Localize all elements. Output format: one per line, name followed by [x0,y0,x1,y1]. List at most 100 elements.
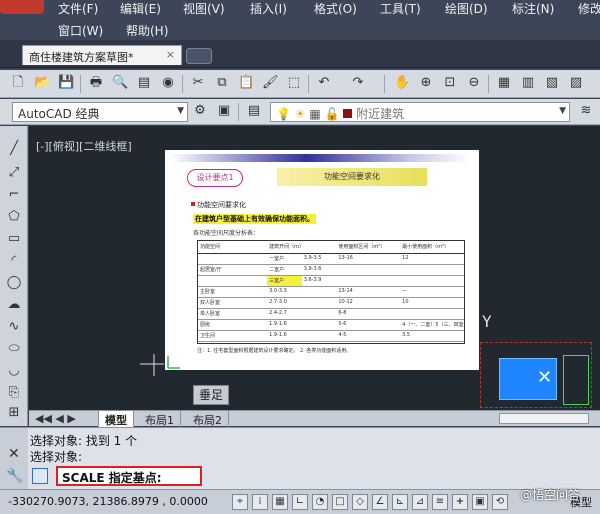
viewport-controls[interactable]: [-][俯视][二维线框] [36,138,132,154]
ellipse-icon[interactable]: ⬭ [5,340,23,358]
table-cell [336,265,400,275]
object-snap-icon[interactable]: □ [332,494,348,510]
line-icon[interactable]: ╱ [5,140,23,158]
command-input[interactable]: SCALE 指定基点: [56,466,202,486]
table-cell: 3.5 [402,332,411,338]
table-cell: 12 [402,255,409,261]
revision-cloud-icon[interactable]: ☁ [5,296,23,314]
polyline-icon[interactable]: ⌐ [5,186,23,204]
menu-insert[interactable]: 插入(I) [250,0,287,17]
table-body: 一室户 3.9-3.5 13-16 12 起居室/厅 二室户 3.9-3.6 三室户 3.6-3… [198,254,464,342]
arc-icon[interactable]: ◜ [5,252,23,270]
customize-icon[interactable]: ▣ [216,103,232,119]
selection-cycling-icon[interactable]: ⟲ [492,494,508,510]
new-file-icon[interactable]: 🗋 [10,75,26,91]
block-editor-icon[interactable]: ⬚ [286,75,302,91]
dynamic-ucs-icon[interactable]: ⊾ [392,494,408,510]
match-properties-icon[interactable]: 🖌 [262,75,279,91]
table-cell: 1.9-1.6 [269,321,287,327]
cut-icon[interactable]: ✂ [190,75,206,91]
table-cell [336,276,400,286]
infer-constraints-icon[interactable]: ⌖ [232,494,248,510]
menu-draw[interactable]: 绘图(D) [445,0,488,17]
polygon-icon[interactable]: ⬠ [5,208,23,226]
copy-icon[interactable]: ⧉ [214,75,230,91]
properties-icon[interactable]: ▦ [496,75,512,91]
pan-hand-icon[interactable]: ✋ [394,75,410,91]
grid-display-icon[interactable]: ▦ [272,494,288,510]
polar-tracking-icon[interactable]: ◔ [312,494,328,510]
table-cell: 5-6 [338,321,347,327]
sheet-tag: 设计要点1 [187,169,243,187]
menu-modify[interactable]: 修改 [578,0,600,17]
table-cell: 13-16 [338,255,353,261]
table-cell: 4（一、二室）5（三、四室） [402,322,464,328]
3d-object-snap-icon[interactable]: ◇ [352,494,368,510]
workspace-settings-icon[interactable]: ⚙ [192,103,208,119]
zoom-realtime-icon[interactable]: ⊕ [418,75,434,91]
table-row: 卫生间 1.9-1.6 4-5 3.5 [198,331,464,342]
print-icon[interactable]: 🖶 [88,75,104,91]
publish-icon[interactable]: ◉ [160,75,176,91]
spline-icon[interactable]: ∿ [5,318,23,336]
tab-layout1[interactable]: 布局1 [139,411,181,427]
dynamic-input-icon[interactable]: ⊿ [412,494,428,510]
raster-image-sheet[interactable]: 设计要点1 功能空间要求化 功能空间要求化 在建筑户型基础上有效确保功能面积。 … [165,150,479,370]
layer-dropdown[interactable]: 💡 ☀ ▦ 🔓 附近建筑 ▼ [270,102,570,122]
snap-mode-icon[interactable]: ⁞ [252,494,268,510]
menu-tools[interactable]: 工具(T) [380,0,421,17]
horizontal-scrollbar[interactable] [499,413,589,424]
table-cell: 单人卧室 [200,311,221,317]
tab-navigation-arrows[interactable]: ◀◀ ◀ ▶ ▶▶ [29,411,99,438]
tab-layout2[interactable]: 布局2 [187,411,229,427]
workspace-dropdown[interactable]: AutoCAD 经典 ▼ [12,102,188,122]
menu-help[interactable]: 帮助(H) [126,22,168,39]
table-row: 双人卧室 2.7-3.0 10-12 10 [198,298,464,309]
print-preview-icon[interactable]: 🔍 [112,75,128,91]
open-folder-icon[interactable]: 📂 [34,75,50,91]
construction-line-icon[interactable]: ⤢ [5,164,23,182]
sheet-header: 功能空间要求化 [277,168,427,186]
wrench-icon[interactable]: 🔧 [6,468,23,484]
plus-icon[interactable]: + [452,494,468,510]
circle-icon[interactable]: ◯ [5,274,23,292]
ellipse-arc-icon[interactable]: ◡ [5,362,23,380]
sheet-set-icon[interactable]: ▨ [568,75,584,91]
tab-model[interactable]: 模型 [99,411,134,427]
object-snap-tracking-icon[interactable]: ∠ [372,494,388,510]
lineweight-icon[interactable]: ≡ [432,494,448,510]
layers-toolbar: AutoCAD 经典 ▼ ⚙ ▣ ▤ 💡 ☀ ▦ 🔓 附近建筑 ▼ ≋ [0,99,600,125]
new-tab-button[interactable] [186,48,212,64]
floor-plan-thumbnail[interactable]: ✕ [480,342,592,408]
zoom-previous-icon[interactable]: ⊖ [466,75,482,91]
rectangle-icon[interactable]: ▭ [5,230,23,248]
menu-edit[interactable]: 编辑(E) [120,0,161,17]
undo-icon[interactable]: ↶ [316,75,332,91]
application-menu-button[interactable] [0,0,44,14]
menu-format[interactable]: 格式(O) [314,0,357,17]
menu-view[interactable]: 视图(V) [183,0,225,17]
paste-icon[interactable]: 📋 [238,75,254,91]
menu-dimension[interactable]: 标注(N) [512,0,554,17]
menu-file[interactable]: 文件(F) [58,0,98,17]
layer-properties-icon[interactable]: ▤ [246,103,262,119]
plot-icon[interactable]: ▤ [136,75,152,91]
tool-palettes-icon[interactable]: ▧ [544,75,560,91]
document-tab[interactable]: 商住楼建筑方案草图* × [22,45,182,65]
menu-window[interactable]: 窗口(W) [58,22,103,39]
zoom-window-icon[interactable]: ⊡ [442,75,458,91]
table-header-cell: 功能空间 [200,244,221,250]
close-icon[interactable]: × [166,48,175,61]
insert-block-icon[interactable]: ⎘ [5,384,23,402]
separator [80,75,81,93]
make-current-layer-icon[interactable]: ≋ [578,103,594,119]
ortho-mode-icon[interactable]: ∟ [292,494,308,510]
close-icon[interactable]: ✕ [8,446,20,462]
quick-properties-icon[interactable]: ▣ [472,494,488,510]
make-block-icon[interactable]: ⊞ [5,404,23,422]
design-center-icon[interactable]: ▥ [520,75,536,91]
save-icon[interactable]: 💾 [58,75,74,91]
redo-icon[interactable]: ↷ [350,75,366,91]
command-window: ✕ 🔧 选择对象: 找到 1 个 选择对象: SCALE 指定基点: [0,427,600,490]
command-sidebar: ✕ 🔧 [0,428,28,490]
